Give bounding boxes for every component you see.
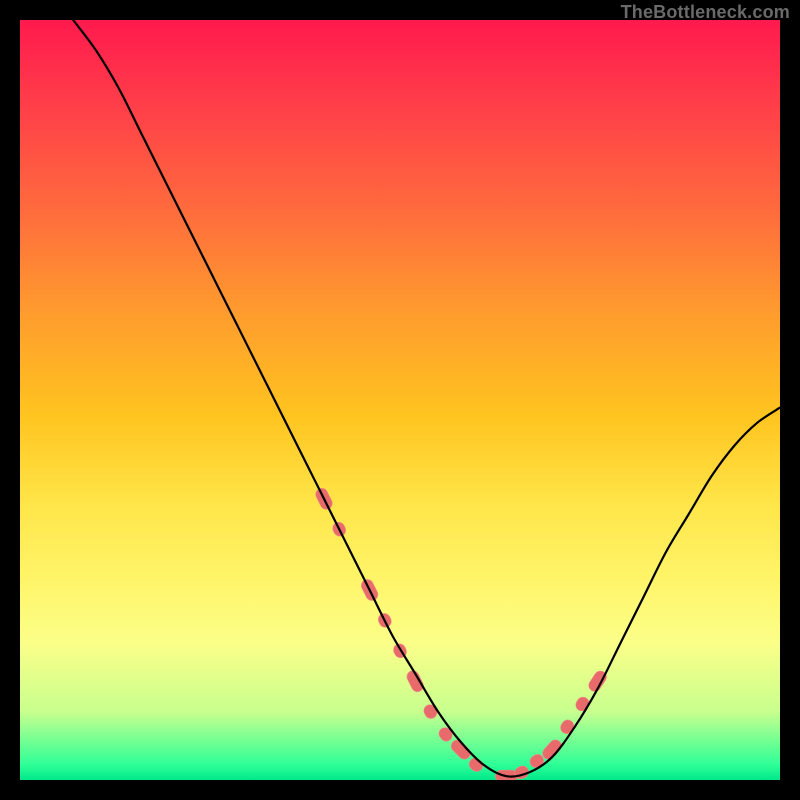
bottleneck-curve [73, 20, 780, 777]
markers-group [314, 486, 609, 780]
marker-dot [531, 756, 542, 767]
plot-area [20, 20, 780, 780]
chart-frame: TheBottleneck.com [0, 0, 800, 800]
chart-svg [20, 20, 780, 780]
marker-dot [440, 729, 451, 740]
